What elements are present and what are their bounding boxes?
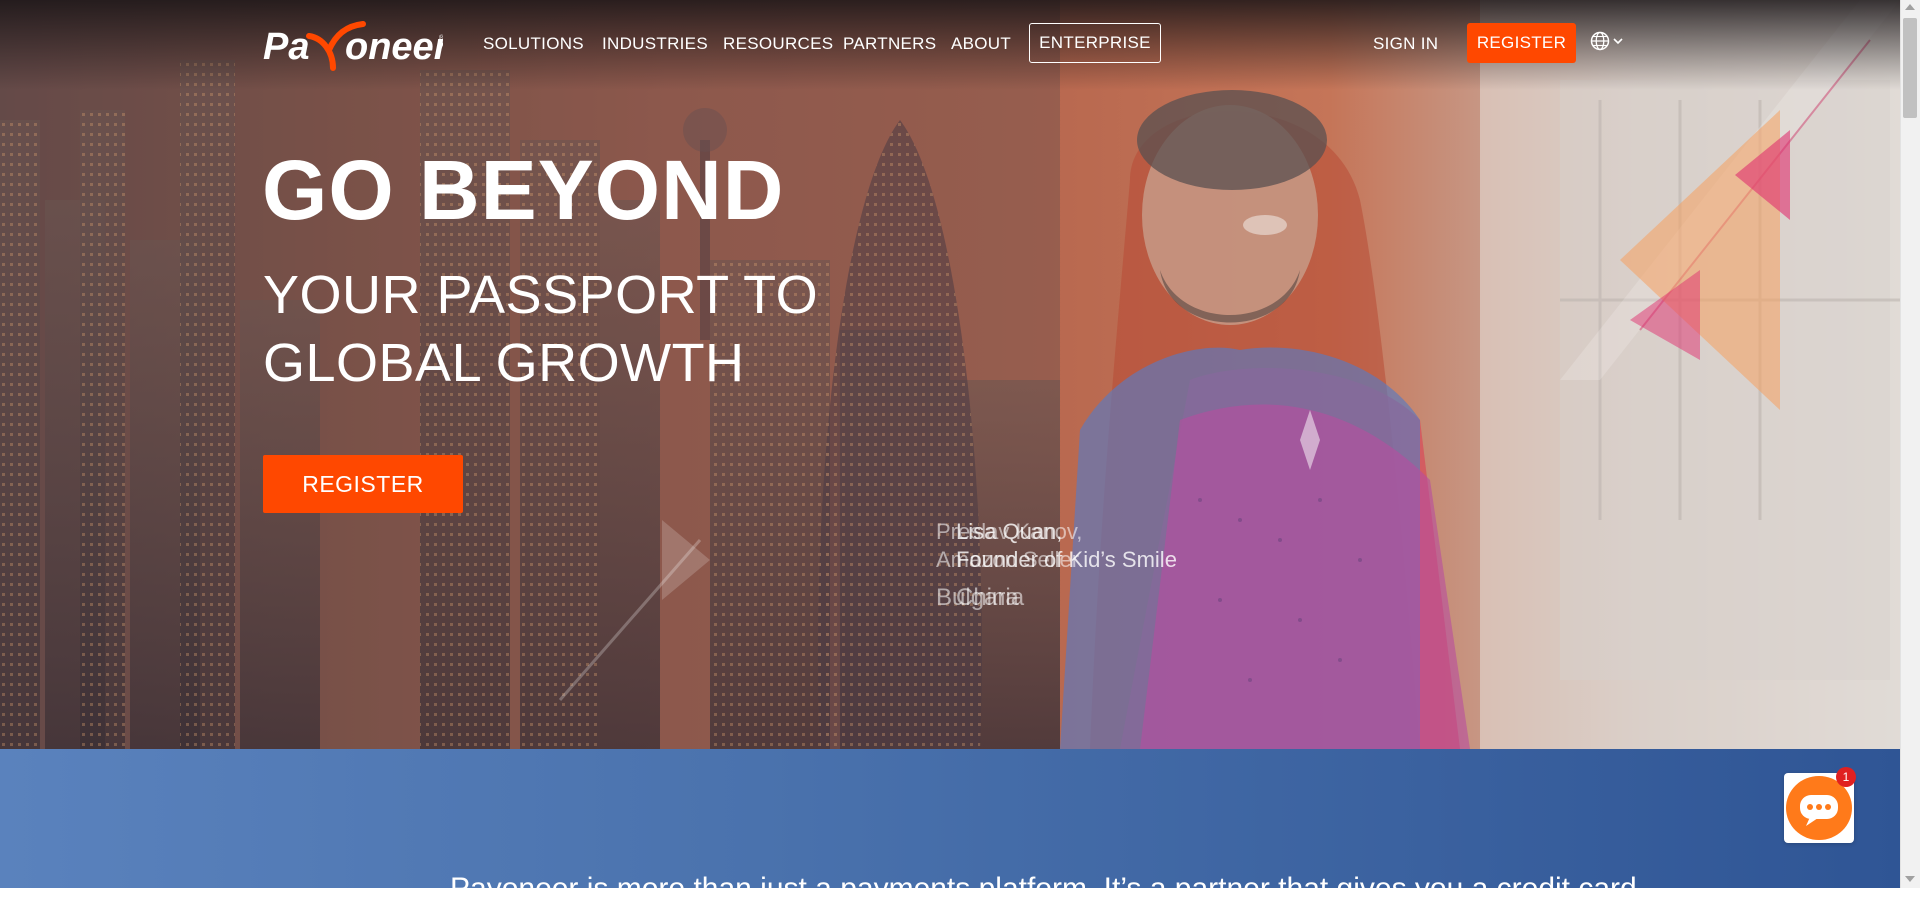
svg-text:oneer: oneer (345, 26, 443, 68)
nav-resources[interactable]: RESOURCES (723, 34, 833, 54)
scroll-up-arrow[interactable] (1905, 4, 1915, 10)
svg-text:Pa: Pa (263, 26, 309, 68)
register-button-header[interactable]: REGISTER (1467, 23, 1576, 63)
scrollbar[interactable] (1900, 0, 1920, 888)
scrollbar-thumb[interactable] (1903, 18, 1917, 118)
register-button-hero[interactable]: REGISTER (263, 455, 463, 513)
nav-solutions[interactable]: SOLUTIONS (483, 34, 584, 54)
chat-notification-badge: 1 (1836, 767, 1856, 787)
nav-about[interactable]: ABOUT (951, 34, 1011, 54)
enterprise-button[interactable]: ENTERPRISE (1029, 23, 1161, 63)
scroll-down-arrow[interactable] (1905, 876, 1915, 882)
intro-band (0, 749, 1900, 888)
hero-subheadline-line2: GLOBAL GROWTH (263, 333, 745, 393)
hero-headline: GO BEYOND (262, 143, 785, 237)
hero-subheadline-line1: YOUR PASSPORT TO (263, 265, 819, 325)
testimonial-b-role: Founder of Kid’s Smile (956, 547, 1177, 572)
sign-in-link[interactable]: SIGN IN (1373, 34, 1438, 54)
svg-text:®: ® (439, 34, 443, 42)
testimonial-b-country: China (956, 584, 1019, 611)
nav-industries[interactable]: INDUSTRIES (602, 34, 708, 54)
chevron-down-icon (1613, 38, 1623, 45)
payoneer-logo[interactable]: Pa oneer ® (263, 12, 443, 76)
nav-partners[interactable]: PARTNERS (843, 34, 936, 54)
intro-band-text: Payoneer is more than just a payments pl… (450, 872, 1662, 905)
globe-icon (1590, 31, 1610, 51)
people-photo (1060, 0, 1900, 749)
language-selector[interactable] (1590, 29, 1630, 53)
testimonial-b-name: Lisa Quan, (956, 519, 1063, 544)
